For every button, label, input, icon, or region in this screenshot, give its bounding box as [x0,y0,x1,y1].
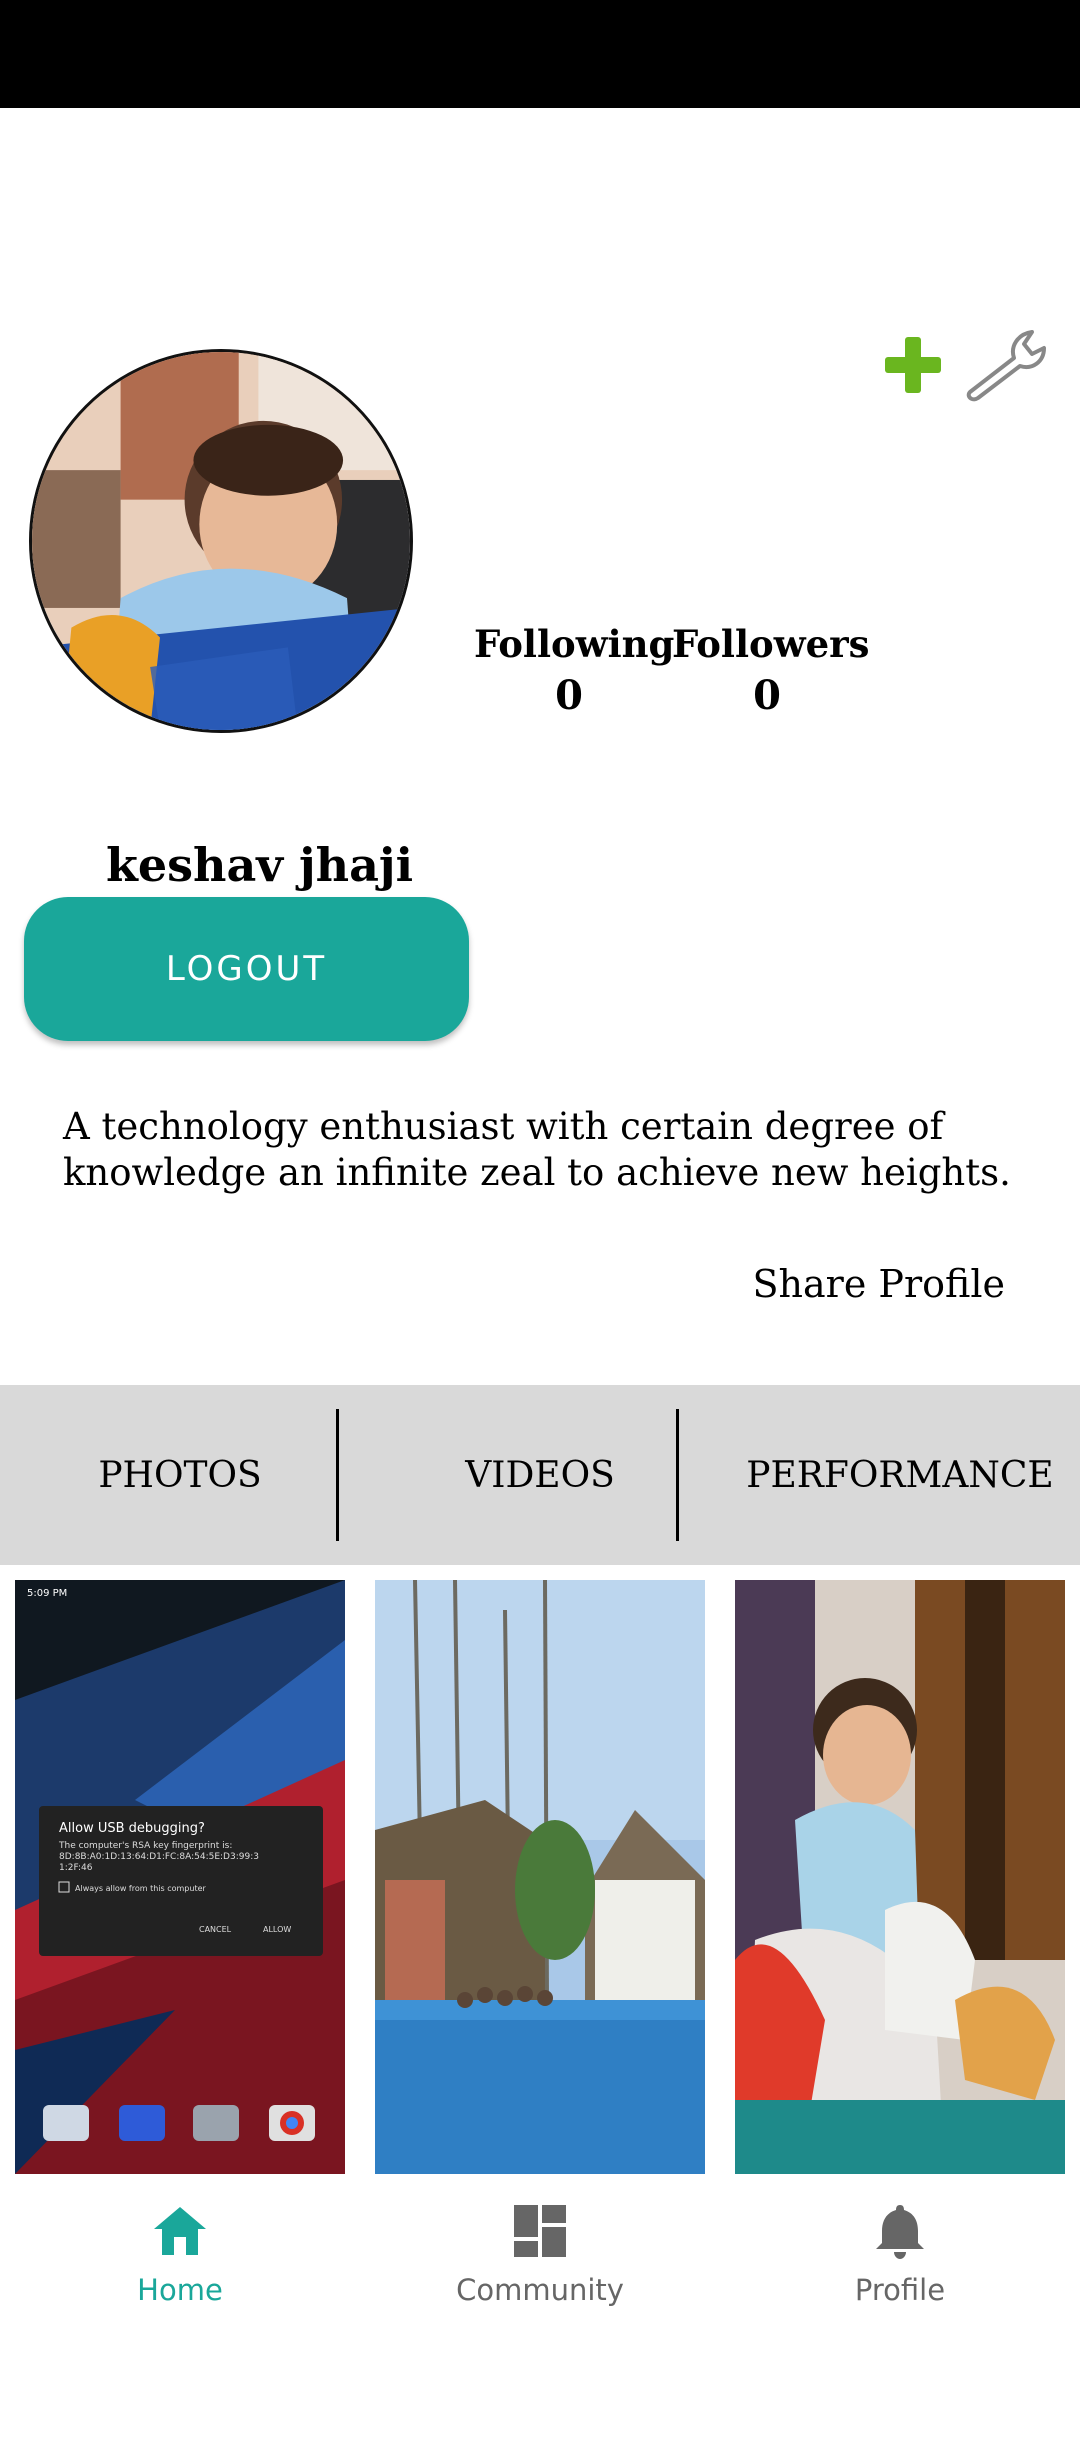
username: keshav jhaji [106,838,414,892]
nav-profile[interactable]: Profile [720,2175,1080,2345]
dashboard-icon [514,2205,566,2257]
bottom-nav: Home Community Profile [0,2175,1080,2345]
photo-thumbnail[interactable] [735,1580,1065,2174]
profile-bio: A technology enthusiast with certain deg… [63,1105,1011,1194]
thumb-checkbox-label: Always allow from this computer [75,1884,207,1893]
share-profile-link[interactable]: Share Profile [753,1262,1006,1306]
nav-community-label: Community [456,2273,624,2307]
tab-divider [336,1409,339,1541]
thumb-dialog-text: The computer's RSA key fingerprint is: [58,1841,232,1851]
photo-thumbnail[interactable] [375,1580,705,2174]
followers-count: 0 [753,672,781,719]
home-icon [154,2207,206,2255]
logout-button[interactable]: LOGOUT [24,897,469,1041]
thumb-fingerprint-1: 8D:8B:A0:1D:13:64:D1:FC:8A:54:5E:D3:99:3 [59,1852,259,1862]
status-bar [0,0,1080,108]
thumb-fingerprint-2: 1:2F:46 [59,1863,93,1873]
tab-divider [676,1409,679,1541]
thumb-dialog-title: Allow USB debugging? [59,1821,205,1836]
nav-community[interactable]: Community [360,2175,720,2345]
wrench-icon[interactable] [962,326,1058,402]
tab-performance[interactable]: PERFORMANCE [720,1385,1080,1565]
nav-home[interactable]: Home [0,2175,360,2345]
following-stat[interactable]: Following 0 [474,622,675,719]
thumb-allow: ALLOW [263,1925,291,1934]
tab-photos[interactable]: PHOTOS [0,1385,360,1565]
photo-thumbnail[interactable]: 5:09 PM Allow USB debugging? The compute… [15,1580,345,2174]
media-tabs: PHOTOS VIDEOS PERFORMANCE [0,1385,1080,1565]
following-count: 0 [555,672,583,719]
plus-icon[interactable] [882,334,944,396]
profile-avatar[interactable] [29,349,413,733]
following-label: Following [474,622,675,666]
nav-home-label: Home [137,2273,223,2307]
followers-label: Followers [672,622,870,666]
nav-profile-label: Profile [854,2273,946,2307]
followers-stat[interactable]: Followers 0 [672,622,870,719]
thumb-status-time: 5:09 PM [27,1588,67,1599]
thumb-cancel: CANCEL [199,1925,232,1934]
photo-grid: 5:09 PM Allow USB debugging? The compute… [15,1580,1065,2174]
bell-icon [876,2205,924,2259]
tab-videos[interactable]: VIDEOS [360,1385,720,1565]
